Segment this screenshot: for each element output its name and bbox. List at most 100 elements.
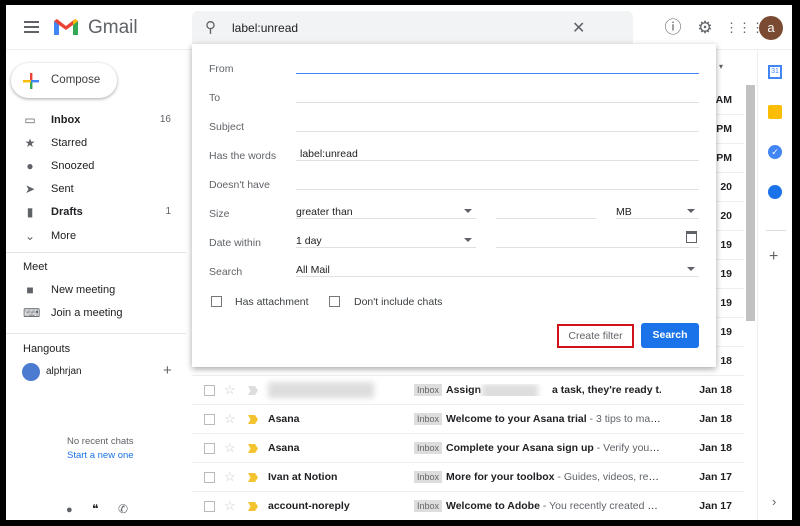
star-icon[interactable]: ☆ — [224, 469, 236, 485]
sidebar-item-more[interactable]: ⌄ More — [6, 225, 186, 248]
checkbox[interactable] — [204, 501, 215, 512]
search-button[interactable]: Search — [641, 323, 699, 348]
new-meeting-button[interactable]: ■ New meeting — [6, 279, 186, 302]
blurred-sender — [268, 382, 374, 398]
divider — [6, 252, 186, 253]
size-value-field[interactable] — [496, 197, 596, 219]
email-row[interactable]: ☆ Inbox Assign a task, they're ready t...… — [192, 376, 744, 405]
checkbox[interactable] — [204, 472, 215, 483]
inbox-label: Inbox — [414, 413, 443, 425]
doesnt-have-field[interactable] — [296, 168, 699, 190]
sidebar: Compose ▭ Inbox 16 ★ Starred ● Snoozed ➤ Sent… — [6, 50, 186, 520]
inbox-label: Inbox — [414, 471, 443, 483]
email-subject: Assign a task, they're ready t... — [446, 384, 661, 396]
caret-down-icon — [464, 238, 472, 242]
calendar-app-icon[interactable]: 31 — [768, 65, 782, 79]
doesnt-have-label: Doesn't have — [209, 179, 270, 191]
email-sender: account-noreply — [268, 500, 350, 512]
add-chat-icon[interactable]: + — [163, 362, 172, 379]
add-addon-icon[interactable]: + — [769, 248, 778, 266]
gear-icon[interactable]: ⚙ — [694, 17, 716, 39]
scrollbar[interactable] — [746, 85, 755, 321]
calendar-icon[interactable] — [686, 231, 697, 243]
dont-include-chats-checkbox[interactable] — [329, 296, 340, 307]
date-within-label: Date within — [209, 237, 261, 249]
size-operator-select[interactable]: greater than — [296, 197, 476, 219]
subject-field[interactable] — [296, 110, 699, 132]
email-date: Jan 18 — [699, 384, 732, 396]
phone-icon[interactable]: ✆ — [118, 502, 128, 516]
star-icon[interactable]: ☆ — [224, 411, 236, 427]
close-icon[interactable]: ✕ — [572, 18, 585, 38]
side-panel: 31 ✓ + › — [757, 50, 792, 520]
important-marker-icon[interactable] — [248, 473, 258, 482]
checkbox[interactable] — [204, 414, 215, 425]
search-input[interactable]: label:unread — [232, 21, 298, 35]
keep-app-icon[interactable] — [768, 105, 782, 119]
caret-down-icon — [687, 267, 695, 271]
email-date: Jan 17 — [699, 500, 732, 512]
gmail-logo-icon — [54, 19, 78, 35]
video-icon: ■ — [26, 283, 34, 297]
email-row[interactable]: ☆ Asana Inbox Welcome to your Asana tria… — [192, 405, 744, 434]
has-words-field[interactable]: label:unread — [296, 139, 699, 161]
sidebar-item-starred[interactable]: ★ Starred — [6, 132, 186, 155]
email-date: Jan 18 — [699, 442, 732, 454]
sort-caret-icon[interactable]: ▾ — [719, 62, 723, 71]
to-label: To — [209, 92, 221, 104]
plus-icon — [23, 73, 39, 89]
subject-label: Subject — [209, 121, 245, 133]
from-label: From — [209, 63, 234, 75]
email-sender: Asana — [268, 413, 300, 425]
user-avatar[interactable] — [22, 363, 40, 381]
has-attachment-label: Has attachment — [235, 296, 309, 308]
date-field[interactable] — [496, 226, 699, 248]
star-icon[interactable]: ☆ — [224, 498, 236, 514]
star-icon[interactable]: ☆ — [224, 382, 236, 398]
email-row[interactable]: ☆ Asana Inbox Complete your Asana sign u… — [192, 434, 744, 463]
important-marker-icon[interactable] — [248, 444, 258, 453]
join-meeting-button[interactable]: ⌨ Join a meeting — [6, 302, 186, 325]
star-icon[interactable]: ☆ — [224, 440, 236, 456]
hangouts-icon[interactable]: ❝ — [92, 502, 98, 516]
clock-icon: ● — [26, 159, 34, 173]
size-unit-select[interactable]: MB — [616, 197, 699, 219]
email-row[interactable]: ☆ account-noreply Inbox Welcome to Adobe… — [192, 492, 744, 520]
sidebar-item-inbox[interactable]: ▭ Inbox 16 — [6, 109, 186, 132]
sidebar-item-sent[interactable]: ➤ Sent — [6, 178, 186, 201]
important-marker-icon[interactable] — [248, 502, 258, 511]
search-bar[interactable]: ⚲ label:unread ✕ — [192, 11, 633, 45]
inbox-label: Inbox — [414, 500, 443, 512]
search-icon[interactable]: ⚲ — [205, 18, 216, 36]
sidebar-item-snoozed[interactable]: ● Snoozed — [6, 155, 186, 178]
avatar[interactable]: a — [759, 16, 783, 40]
apps-grid-icon[interactable]: ⋮⋮⋮ — [725, 17, 764, 39]
inbox-label: Inbox — [414, 384, 443, 396]
from-field[interactable] — [296, 52, 699, 74]
contacts-app-icon[interactable] — [768, 185, 782, 199]
dont-include-chats-label: Don't include chats — [354, 296, 443, 308]
menu-icon[interactable] — [24, 21, 39, 33]
hangouts-heading: Hangouts — [23, 343, 71, 355]
sidebar-item-drafts[interactable]: ▮ Drafts 1 — [6, 201, 186, 224]
email-row[interactable]: ☆ Ivan at Notion Inbox More for your too… — [192, 463, 744, 492]
tasks-app-icon[interactable]: ✓ — [768, 145, 782, 159]
date-within-select[interactable]: 1 day — [296, 226, 476, 248]
important-marker-icon[interactable] — [248, 386, 258, 395]
create-filter-button[interactable]: Create filter — [557, 324, 634, 348]
checkbox[interactable] — [204, 443, 215, 454]
person-icon[interactable]: ● — [66, 504, 73, 516]
gmail-window: Gmail ⚲ label:unread ✕ ⓘ ⚙ ⋮⋮⋮ a Compose… — [6, 5, 792, 520]
important-marker-icon[interactable] — [248, 415, 258, 424]
checkbox[interactable] — [204, 385, 215, 396]
chevron-down-icon: ⌄ — [24, 229, 36, 243]
has-attachment-checkbox[interactable] — [211, 296, 222, 307]
hangouts-user[interactable]: alphrjan — [46, 366, 82, 377]
compose-button[interactable]: Compose — [11, 63, 117, 98]
search-scope-select[interactable]: All Mail — [296, 255, 699, 277]
email-date: Jan 18 — [699, 413, 732, 425]
to-field[interactable] — [296, 81, 699, 103]
help-icon[interactable]: ⓘ — [662, 17, 684, 39]
start-chat-link[interactable]: Start a new one — [67, 450, 134, 461]
chevron-right-icon[interactable]: › — [772, 494, 776, 509]
